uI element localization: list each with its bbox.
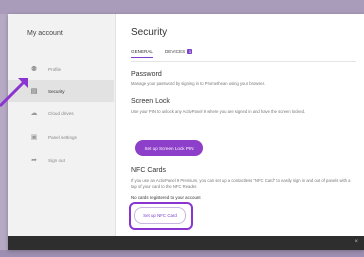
screen-lock-heading: Screen Lock (131, 98, 170, 105)
tabs: GENERAL DEVICES 3 (131, 49, 193, 58)
screen-lock-text: Use your PIN to unlock any ActivPanel 9 … (131, 109, 306, 114)
main-content: Security GENERAL DEVICES 3 Password Manag… (125, 14, 364, 236)
account-window: My account ⚉ Profile ▤ Security ☁ Cloud … (8, 14, 364, 250)
setup-screen-lock-pin-button[interactable]: Set up Screen Lock PIN (135, 140, 203, 156)
sidebar-item-label: Security (48, 88, 65, 94)
sidebar: My account ⚉ Profile ▤ Security ☁ Cloud … (8, 14, 116, 236)
tab-label: GENERAL (131, 49, 153, 54)
sidebar-item-label: Sign out (48, 157, 65, 163)
sidebar-title: My account (27, 30, 63, 37)
tab-label: DEVICES (164, 49, 186, 54)
background-top (0, 0, 364, 14)
pointer-arrow-icon (0, 78, 28, 108)
sidebar-item-label: Cloud drives (48, 110, 74, 116)
setup-nfc-card-button[interactable]: Set up NFC Card (134, 207, 186, 224)
sidebar-item-label: Panel settings (48, 134, 77, 140)
tab-general[interactable]: GENERAL (131, 49, 153, 58)
sidebar-item-label: Profile (48, 66, 62, 72)
devices-count-badge: 3 (187, 49, 193, 54)
background-bottom (0, 250, 364, 257)
sidebar-item-sign-out[interactable]: ➦ Sign out (8, 149, 114, 171)
password-heading: Password (131, 71, 162, 78)
close-icon[interactable]: × (354, 239, 358, 245)
nfc-text: If you use an ActivPanel 9 Premium, you … (131, 178, 351, 189)
footer-bar: × (8, 236, 364, 250)
sidebar-item-panel-settings[interactable]: ▣ Panel settings (8, 126, 114, 148)
tab-devices[interactable]: DEVICES 3 (164, 49, 193, 58)
page-title: Security (131, 27, 168, 38)
cloud-icon: ☁ (30, 110, 38, 117)
no-cards-text: No cards registered to your account (131, 195, 201, 200)
nfc-heading: NFC Cards (131, 167, 167, 174)
monitor-settings-icon: ▣ (30, 134, 38, 141)
sign-out-icon: ➦ (31, 157, 37, 164)
tabs-divider (131, 61, 356, 62)
password-text: Manage your password by signing in to Pr… (131, 81, 266, 86)
